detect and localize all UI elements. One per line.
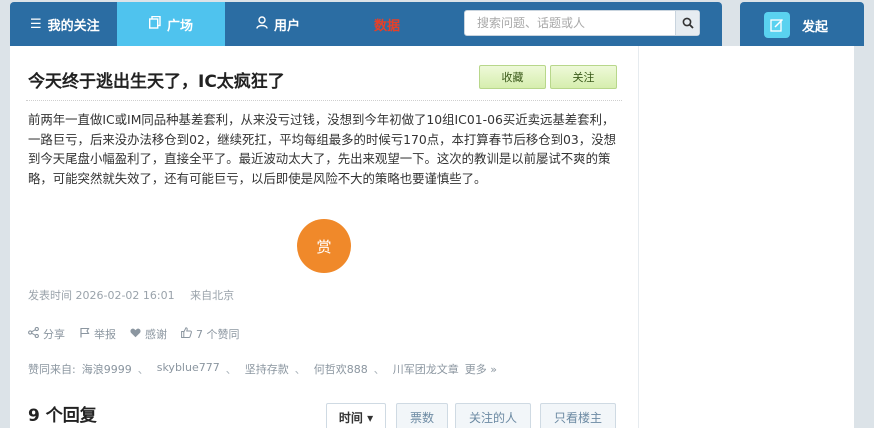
report-label: 举报 <box>94 328 116 341</box>
thanks-label: 感谢 <box>145 328 167 341</box>
right-sidebar <box>638 46 854 428</box>
reply-count: 9 个回复 <box>28 406 97 426</box>
question-panel: 今天终于逃出生天了，IC太疯狂了 收藏 关注 前两年一直做IC或IM同品种基差套… <box>10 46 638 428</box>
likes-count: 7 个赞同 <box>196 328 240 341</box>
nav-data-label: 数据 <box>374 18 401 34</box>
sort-by-followers-tab[interactable]: 关注的人 <box>455 403 531 428</box>
location: 来自北京 <box>190 289 235 302</box>
liker-link[interactable]: skyblue777 <box>157 361 220 377</box>
sort-by-votes-tab[interactable]: 票数 <box>396 403 448 428</box>
liker-link[interactable]: 何哲欢888 <box>314 361 368 377</box>
nav-users[interactable]: 用户 <box>256 2 300 46</box>
title-divider <box>26 100 622 101</box>
more-likers-link[interactable]: 更多 » <box>465 361 497 377</box>
share-label: 分享 <box>43 328 65 341</box>
user-icon <box>256 15 268 33</box>
top-nav: ☰ 我的关注 广场 用户 数据 <box>10 2 722 46</box>
search-box <box>464 10 700 36</box>
question-body: 前两年一直做IC或IM同品种基差套利，从来没亏过钱，没想到今年初做了10组IC0… <box>28 112 616 186</box>
search-input[interactable] <box>465 11 675 35</box>
nav-users-label: 用户 <box>274 18 301 34</box>
thanks-action[interactable]: 感谢 <box>130 326 167 342</box>
reward-button[interactable]: 赏 <box>297 219 351 273</box>
copy-icon <box>148 15 161 33</box>
likers-label: 赞同来自: <box>28 363 76 376</box>
favorite-button[interactable]: 收藏 <box>479 65 546 89</box>
only-op-tab[interactable]: 只看楼主 <box>540 403 616 428</box>
nav-data[interactable]: 数据 <box>374 2 400 46</box>
search-icon <box>682 14 694 33</box>
flag-icon <box>79 327 90 341</box>
post-button-label: 发起 <box>802 19 829 35</box>
question-title: 今天终于逃出生天了，IC太疯狂了 <box>28 72 285 92</box>
liker-link[interactable]: 海浪9999 <box>82 361 132 377</box>
nav-plaza-label: 广场 <box>166 18 193 34</box>
like-action[interactable]: 7 个赞同 <box>181 326 240 342</box>
report-action[interactable]: 举报 <box>79 326 116 342</box>
sort-by-time-tab[interactable]: 时间 ▾ <box>326 403 386 428</box>
heart-icon <box>130 328 141 341</box>
follow-button[interactable]: 关注 <box>550 65 617 89</box>
liker-link[interactable]: 坚持存款 <box>245 361 289 377</box>
share-icon <box>28 326 39 341</box>
edit-icon <box>764 12 790 38</box>
search-button[interactable] <box>675 11 699 35</box>
nav-my-following[interactable]: ☰ 我的关注 <box>30 2 100 46</box>
action-bar: 分享 举报 感谢 7 个赞同 <box>28 326 254 342</box>
nav-plaza[interactable]: 广场 <box>117 2 225 46</box>
thumbs-up-icon <box>181 327 192 341</box>
post-panel: 发起 <box>740 2 864 46</box>
publish-time: 发表时间 2026-02-02 16:01 <box>28 289 175 302</box>
likers-row: 赞同来自: 海浪9999、 skyblue777、 坚持存款、 何哲欢888、 … <box>28 361 497 377</box>
post-meta: 发表时间 2026-02-02 16:01 来自北京 <box>28 287 246 303</box>
nav-my-following-label: 我的关注 <box>47 18 100 34</box>
liker-link[interactable]: 川军团龙文章 <box>393 361 459 377</box>
list-icon: ☰ <box>30 16 42 32</box>
share-action[interactable]: 分享 <box>28 326 65 342</box>
post-button[interactable]: 发起 <box>764 12 828 38</box>
